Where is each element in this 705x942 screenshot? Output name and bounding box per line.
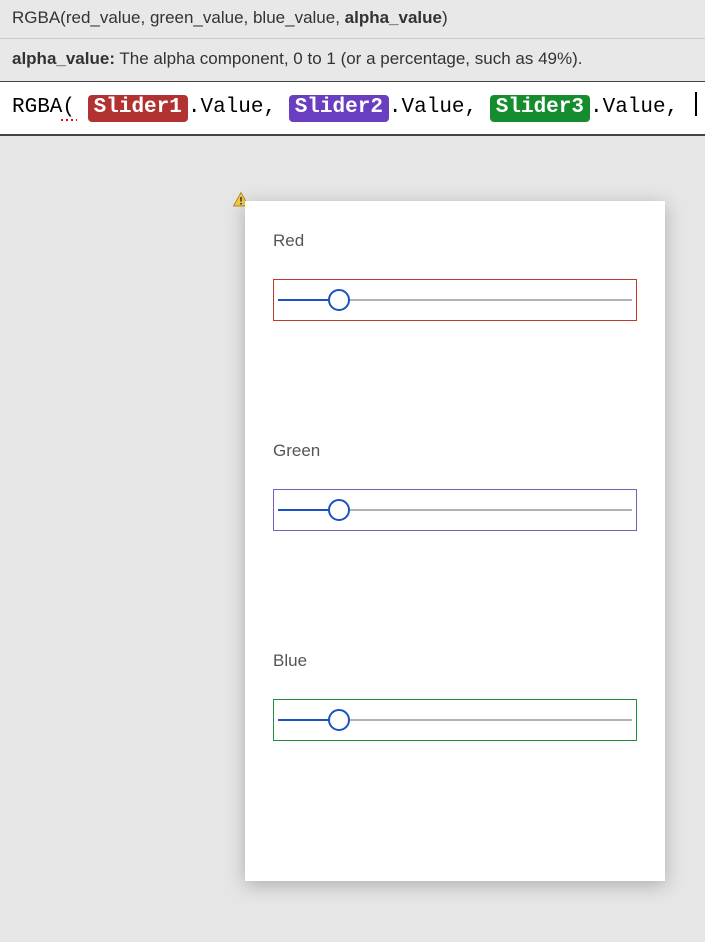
signature-suffix: ) [442,8,448,27]
param-desc-text: The alpha component, 0 to 1 (or a percen… [115,49,582,68]
signature-active-param: alpha_value [345,8,442,27]
formula-ref-slider3[interactable]: Slider3 [490,95,590,122]
formula-ref-slider1[interactable]: Slider1 [88,95,188,122]
formula-ref-slider2[interactable]: Slider2 [289,95,389,122]
slider-group-green: Green [273,441,637,531]
slider-group-red: Red [273,231,637,321]
slider-blue[interactable] [273,699,637,741]
slider-green[interactable] [273,489,637,531]
slider-thumb[interactable] [328,709,350,731]
text-caret [695,92,697,116]
label-red: Red [273,231,637,251]
formula-bar[interactable]: RGBA( Slider1.Value, Slider2.Value, Slid… [0,82,705,136]
screen-card[interactable]: Red Green Blue [245,201,665,881]
slider-thumb[interactable] [328,289,350,311]
intellisense-signature: RGBA(red_value, green_value, blue_value,… [0,0,705,39]
slider-group-blue: Blue [273,651,637,741]
formula-prop-2: .Value [389,96,465,119]
formula-comma-2: , [465,96,478,119]
formula-prop-1: .Value [188,96,264,119]
formula-comma-1: , [263,96,276,119]
label-blue: Blue [273,651,637,671]
formula-function-name: RGBA [12,96,62,119]
design-canvas[interactable]: Red Green Blue [0,136,705,916]
param-label: alpha_value: [12,49,115,68]
slider-red[interactable] [273,279,637,321]
intellisense-param-description: alpha_value: The alpha component, 0 to 1… [0,39,705,82]
formula-prop-3: .Value [590,96,666,119]
formula-open-paren: ( [62,96,75,119]
slider-thumb[interactable] [328,499,350,521]
label-green: Green [273,441,637,461]
formula-comma-3: , [666,96,679,119]
signature-prefix: RGBA(red_value, green_value, blue_value, [12,8,345,27]
